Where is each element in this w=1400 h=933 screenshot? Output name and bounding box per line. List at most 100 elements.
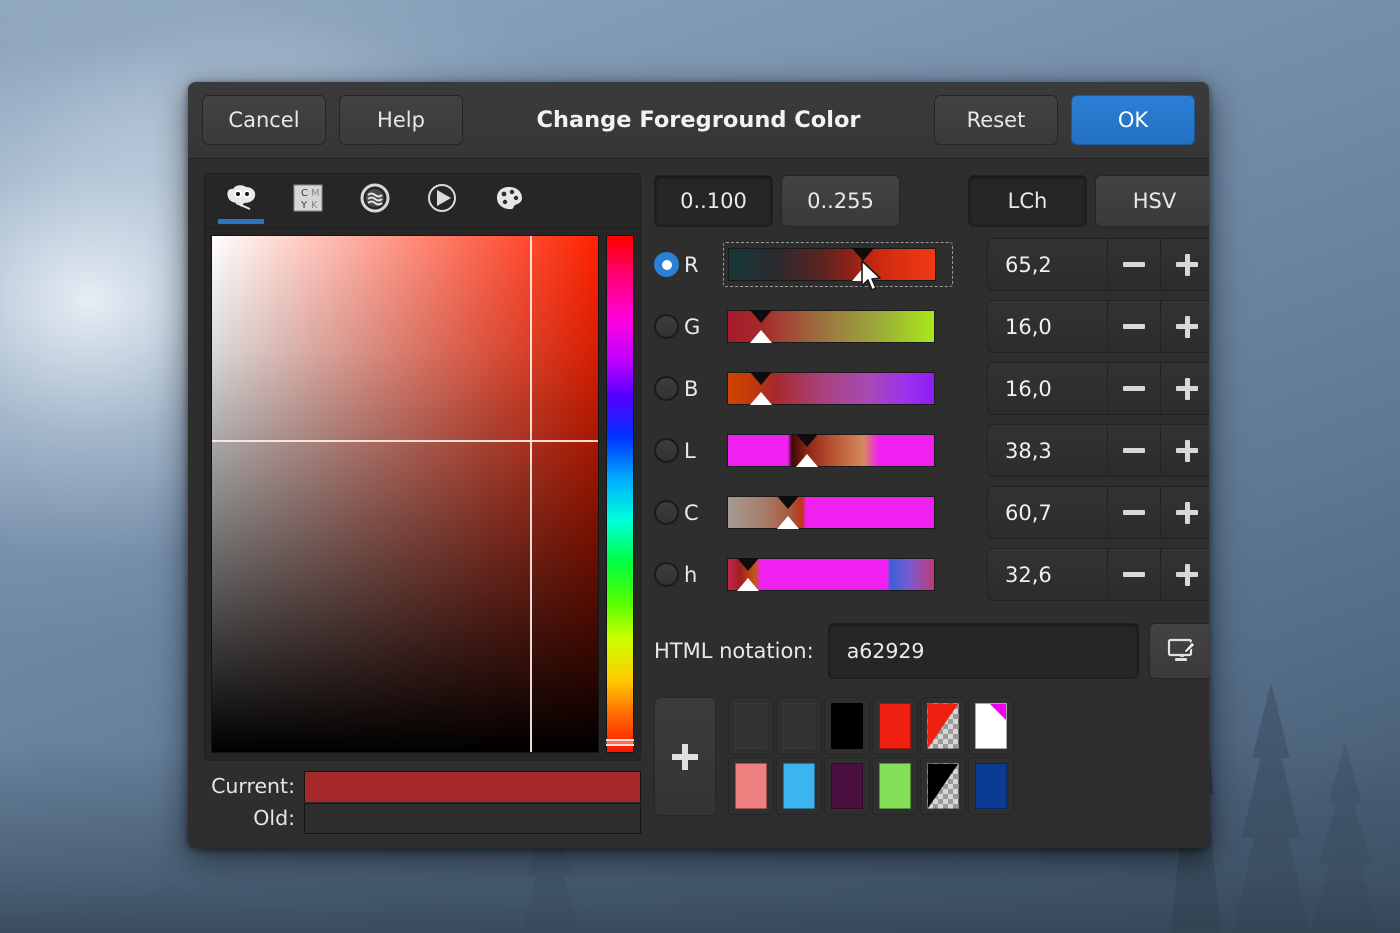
swatch-empty-2[interactable] (776, 697, 822, 755)
swatch-red-alpha[interactable] (920, 697, 966, 755)
channel-value-R[interactable]: 65,2 (988, 239, 1107, 290)
hsv-space-button[interactable]: HSV (1095, 175, 1209, 227)
channel-slider-R[interactable] (723, 242, 953, 287)
current-color-swatch[interactable] (304, 770, 641, 802)
selector-tab-bar: C M Y K (205, 174, 640, 229)
swatch-chip (975, 703, 1007, 749)
minus-icon (1123, 324, 1145, 329)
swatch-blue[interactable] (968, 757, 1014, 815)
swatch-green[interactable] (872, 757, 918, 815)
html-notation-input[interactable]: a62929 (827, 623, 1139, 679)
channel-marker-top-R (852, 248, 875, 261)
channel-value-G[interactable]: 16,0 (988, 301, 1107, 352)
swatch-white-magenta[interactable] (968, 697, 1014, 755)
triangle-circle-tab[interactable] (422, 179, 462, 223)
change-foreground-color-dialog: Cancel Help Reset OK Change Foreground C… (188, 82, 1209, 848)
svg-text:Y: Y (300, 200, 308, 211)
current-color-row: Current: (204, 770, 641, 802)
swatch-black-alpha[interactable] (920, 757, 966, 815)
help-button[interactable]: Help (339, 95, 463, 145)
color-preview-section: Current: Old: (204, 770, 641, 834)
channel-slider-B[interactable] (723, 366, 953, 411)
channel-value-B[interactable]: 16,0 (988, 363, 1107, 414)
range-0-255-button[interactable]: 0..255 (781, 175, 900, 227)
swatch-cyan[interactable] (776, 757, 822, 815)
channel-label-C: C (684, 500, 699, 525)
minus-icon (1123, 386, 1145, 391)
hue-slider[interactable] (606, 235, 634, 753)
channel-radio-B[interactable] (654, 376, 679, 401)
old-color-label: Old: (253, 806, 295, 830)
channel-radio-C[interactable] (654, 500, 679, 525)
channel-decrement-h[interactable] (1107, 549, 1160, 600)
channel-increment-G[interactable] (1160, 301, 1209, 352)
saturation-value-square[interactable] (211, 235, 599, 753)
channel-slider-L[interactable] (723, 428, 953, 473)
swatch-chip (927, 763, 959, 809)
swatch-red[interactable] (872, 697, 918, 755)
swatch-grid (728, 697, 1014, 816)
channel-row-G: G 16,0 (654, 300, 1209, 353)
water-tab[interactable] (355, 179, 395, 223)
channel-slider-C[interactable] (723, 490, 953, 535)
channel-decrement-R[interactable] (1107, 239, 1160, 290)
gimp-wilber-tab[interactable] (218, 179, 264, 224)
channel-decrement-G[interactable] (1107, 301, 1160, 352)
hue-slider-marker (606, 738, 634, 746)
channel-radio-R[interactable] (654, 252, 679, 277)
lch-space-button[interactable]: LCh (968, 175, 1087, 227)
channel-value-C[interactable]: 60,7 (988, 487, 1107, 538)
channel-slider-track-L[interactable] (727, 434, 935, 467)
channel-row-C: C 60,7 (654, 486, 1209, 539)
channel-slider-track-C[interactable] (727, 496, 935, 529)
channel-marker-top-B (749, 372, 772, 385)
channel-increment-B[interactable] (1160, 363, 1209, 414)
swatch-chip (831, 763, 863, 809)
dialog-header-bar: Cancel Help Reset OK Change Foreground C… (188, 82, 1209, 159)
screen-color-picker-button[interactable] (1149, 623, 1209, 679)
channel-spinbox-B: 16,0 (987, 362, 1209, 415)
channel-value-h[interactable]: 32,6 (988, 549, 1107, 600)
channel-slider-track-G[interactable] (727, 310, 935, 343)
add-swatch-button[interactable] (654, 697, 716, 816)
minus-icon (1123, 510, 1145, 515)
channel-slider-h[interactable] (723, 552, 953, 597)
channel-increment-h[interactable] (1160, 549, 1209, 600)
channel-radio-L[interactable] (654, 438, 679, 463)
range-0-100-button[interactable]: 0..100 (654, 175, 773, 227)
channel-slider-G[interactable] (723, 304, 953, 349)
channel-increment-C[interactable] (1160, 487, 1209, 538)
channel-marker-bottom-G (749, 330, 772, 343)
swatch-alpha-triangle (928, 704, 958, 748)
swatch-corner-marker (990, 704, 1006, 720)
swatch-black[interactable] (824, 697, 870, 755)
swatch-chip (735, 703, 767, 749)
channel-marker-top-L (795, 434, 818, 447)
cancel-button[interactable]: Cancel (202, 95, 326, 145)
swatch-empty-1[interactable] (728, 697, 774, 755)
channel-radio-h[interactable] (654, 562, 679, 587)
channel-slider-track-B[interactable] (727, 372, 935, 405)
channel-slider-track-h[interactable] (727, 558, 935, 591)
screen-picker-icon (1167, 638, 1196, 661)
channel-increment-L[interactable] (1160, 425, 1209, 476)
cmyk-tab[interactable]: C M Y K (288, 179, 328, 223)
triangle-circle-icon (428, 184, 456, 212)
channel-decrement-B[interactable] (1107, 363, 1160, 414)
channel-value-L[interactable]: 38,3 (988, 425, 1107, 476)
old-color-swatch[interactable] (304, 802, 641, 834)
channel-decrement-L[interactable] (1107, 425, 1160, 476)
swatch-purple[interactable] (824, 757, 870, 815)
channel-increment-R[interactable] (1160, 239, 1209, 290)
channel-decrement-C[interactable] (1107, 487, 1160, 538)
palette-tab[interactable] (489, 179, 529, 223)
plus-icon-v (1184, 563, 1190, 586)
channel-slider-track-R[interactable] (728, 248, 936, 281)
channel-radio-G[interactable] (654, 314, 679, 339)
swatch-chip (975, 763, 1007, 809)
crosshair-vertical (530, 236, 533, 752)
reset-button[interactable]: Reset (934, 95, 1058, 145)
swatch-pink[interactable] (728, 757, 774, 815)
palette-icon (497, 187, 522, 210)
ok-button[interactable]: OK (1071, 95, 1195, 145)
